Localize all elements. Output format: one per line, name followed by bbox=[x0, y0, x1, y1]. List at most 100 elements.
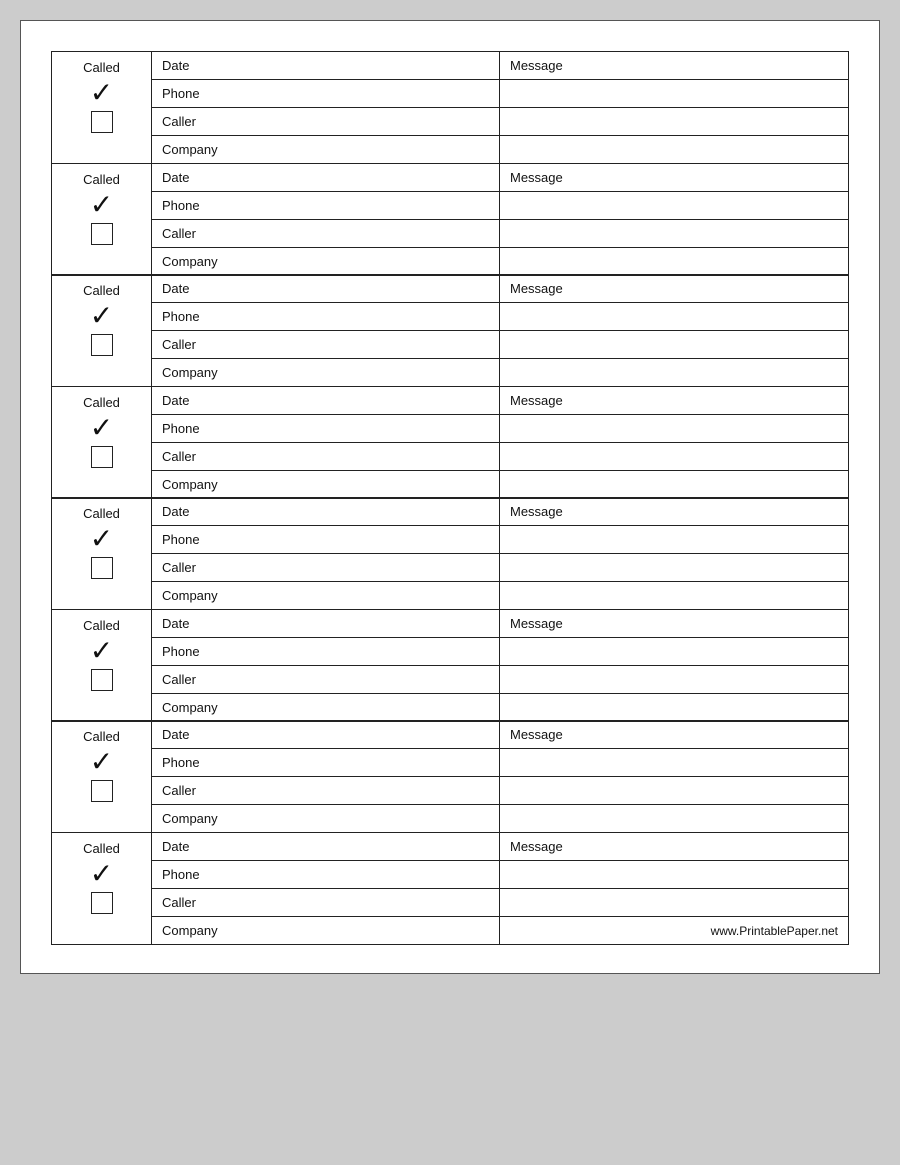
called-label-4: Called bbox=[83, 395, 120, 410]
called-label-8: Called bbox=[83, 841, 120, 856]
phone-field-2: Phone bbox=[152, 192, 500, 219]
caller-value-4 bbox=[500, 443, 848, 470]
checkbox-3[interactable] bbox=[91, 334, 113, 356]
company-value-7 bbox=[500, 805, 848, 832]
message-field-4: Message bbox=[500, 387, 848, 414]
website-8: www.PrintablePaper.net bbox=[500, 917, 848, 944]
website-label: www.PrintablePaper.net bbox=[711, 924, 838, 938]
called-label-5: Called bbox=[83, 506, 120, 521]
date-message-row-2: DateMessage bbox=[152, 164, 848, 192]
caller-row-7: Caller bbox=[152, 777, 848, 805]
caller-field-7: Caller bbox=[152, 777, 500, 804]
company-row-6: Company bbox=[152, 694, 848, 721]
phone-value-1 bbox=[500, 80, 848, 107]
checkmark-2: ✓ bbox=[90, 191, 113, 219]
caller-row-6: Caller bbox=[152, 666, 848, 694]
caller-field-3: Caller bbox=[152, 331, 500, 358]
entry-block-1: Called✓DateMessagePhoneCallerCompany bbox=[51, 51, 849, 164]
left-col-3: Called✓ bbox=[52, 275, 152, 386]
checkbox-8[interactable] bbox=[91, 892, 113, 914]
right-col-7: DateMessagePhoneCallerCompany bbox=[152, 721, 848, 832]
caller-value-2 bbox=[500, 220, 848, 247]
phone-row-8: Phone bbox=[152, 861, 848, 889]
company-field-7: Company bbox=[152, 805, 500, 832]
date-message-row-1: DateMessage bbox=[152, 52, 848, 80]
checkbox-5[interactable] bbox=[91, 557, 113, 579]
caller-value-6 bbox=[500, 666, 848, 693]
caller-value-8 bbox=[500, 889, 848, 916]
left-col-8: Called ✓ bbox=[52, 833, 152, 944]
caller-field-4: Caller bbox=[152, 443, 500, 470]
message-field-8: Message bbox=[500, 833, 848, 860]
entry-block-3: Called✓DateMessagePhoneCallerCompany bbox=[51, 274, 849, 387]
company-field-4: Company bbox=[152, 471, 500, 498]
date-message-row-4: DateMessage bbox=[152, 387, 848, 415]
message-field-7: Message bbox=[500, 721, 848, 748]
phone-row-5: Phone bbox=[152, 526, 848, 554]
date-field-7: Date bbox=[152, 721, 500, 748]
called-label-2: Called bbox=[83, 172, 120, 187]
phone-field-3: Phone bbox=[152, 303, 500, 330]
company-value-2 bbox=[500, 248, 848, 275]
called-label-1: Called bbox=[83, 60, 120, 75]
caller-value-5 bbox=[500, 554, 848, 581]
company-value-6 bbox=[500, 694, 848, 721]
company-row-4: Company bbox=[152, 471, 848, 498]
caller-value-3 bbox=[500, 331, 848, 358]
phone-row-7: Phone bbox=[152, 749, 848, 777]
company-field-6: Company bbox=[152, 694, 500, 721]
date-field-4: Date bbox=[152, 387, 500, 414]
caller-field-2: Caller bbox=[152, 220, 500, 247]
phone-row-2: Phone bbox=[152, 192, 848, 220]
company-row-2: Company bbox=[152, 248, 848, 275]
date-message-row-3: DateMessage bbox=[152, 275, 848, 303]
right-col-4: DateMessagePhoneCallerCompany bbox=[152, 387, 848, 498]
company-row-1: Company bbox=[152, 136, 848, 163]
checkmark-8: ✓ bbox=[90, 860, 113, 888]
caller-row-8: Caller bbox=[152, 889, 848, 917]
checkbox-6[interactable] bbox=[91, 669, 113, 691]
message-field-1: Message bbox=[500, 52, 848, 79]
date-message-row-7: DateMessage bbox=[152, 721, 848, 749]
date-message-row-5: DateMessage bbox=[152, 498, 848, 526]
date-field-5: Date bbox=[152, 498, 500, 525]
entry-block-6: Called✓DateMessagePhoneCallerCompany bbox=[51, 609, 849, 722]
phone-row-6: Phone bbox=[152, 638, 848, 666]
right-col-1: DateMessagePhoneCallerCompany bbox=[152, 52, 848, 163]
checkbox-4[interactable] bbox=[91, 446, 113, 468]
phone-field-5: Phone bbox=[152, 526, 500, 553]
entry-block-8: Called ✓ DateMessagePhoneCallerCompany www.… bbox=[51, 832, 849, 945]
entry-block-2: Called ✓ DateMessagePhoneCallerCompany bbox=[51, 163, 849, 276]
called-label-7: Called bbox=[83, 729, 120, 744]
left-col-6: Called✓ bbox=[52, 610, 152, 721]
checkmark-7: ✓ bbox=[90, 748, 113, 776]
company-row-8: Company www.PrintablePaper.net bbox=[152, 917, 848, 944]
phone-row-4: Phone bbox=[152, 415, 848, 443]
caller-field-1: Caller bbox=[152, 108, 500, 135]
company-field-2: Company bbox=[152, 248, 500, 275]
caller-field-8: Caller bbox=[152, 889, 500, 916]
phone-value-6 bbox=[500, 638, 848, 665]
date-field-6: Date bbox=[152, 610, 500, 637]
entry-block-5: Called✓DateMessagePhoneCallerCompany bbox=[51, 497, 849, 610]
checkbox-2[interactable] bbox=[91, 223, 113, 245]
phone-field-6: Phone bbox=[152, 638, 500, 665]
phone-row-1: Phone bbox=[152, 80, 848, 108]
date-field-2: Date bbox=[152, 164, 500, 191]
page: Called✓DateMessagePhoneCallerCompanyCall… bbox=[20, 20, 880, 974]
phone-field-8: Phone bbox=[152, 861, 500, 888]
right-col-5: DateMessagePhoneCallerCompany bbox=[152, 498, 848, 609]
left-col-1: Called✓ bbox=[52, 52, 152, 163]
company-value-3 bbox=[500, 359, 848, 386]
phone-value-3 bbox=[500, 303, 848, 330]
company-field-5: Company bbox=[152, 582, 500, 609]
caller-field-5: Caller bbox=[152, 554, 500, 581]
date-field-1: Date bbox=[152, 52, 500, 79]
company-field-3: Company bbox=[152, 359, 500, 386]
checkbox-1[interactable] bbox=[91, 111, 113, 133]
checkbox-7[interactable] bbox=[91, 780, 113, 802]
date-message-row-8: DateMessage bbox=[152, 833, 848, 861]
right-col-3: DateMessagePhoneCallerCompany bbox=[152, 275, 848, 386]
message-field-6: Message bbox=[500, 610, 848, 637]
company-field-8: Company bbox=[152, 917, 500, 944]
